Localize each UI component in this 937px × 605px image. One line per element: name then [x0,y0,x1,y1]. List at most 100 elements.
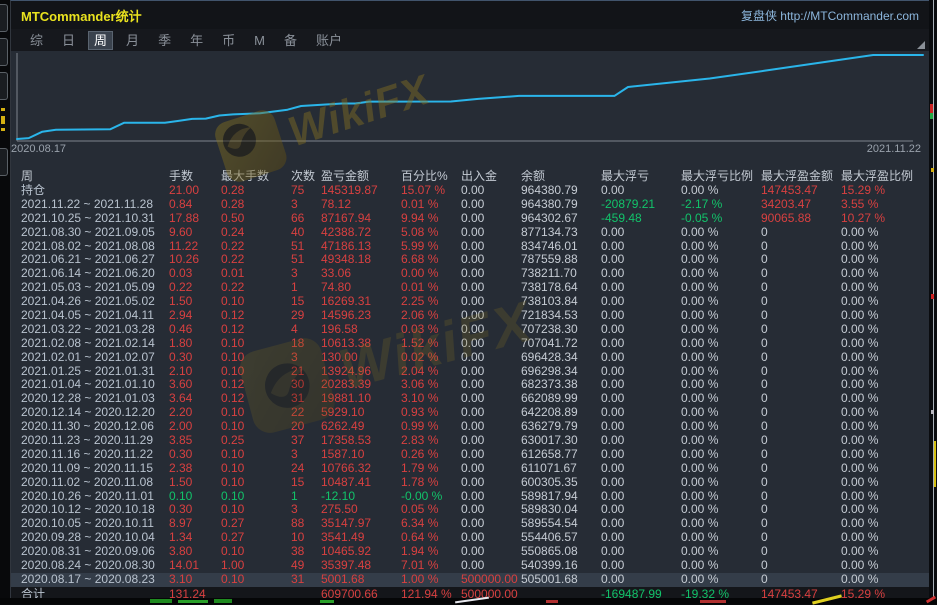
cell-balance: 589554.54 [521,517,601,531]
cell-count: 38 [291,545,321,559]
table-row[interactable]: 2021.05.03 ~ 2021.05.090.220.22174.800.0… [11,281,929,295]
menu-bar: 综日周月季年币M备账户 [11,29,929,51]
cell-max-float-profit: 0 [761,281,841,295]
table-row[interactable]: 2020.10.05 ~ 2020.10.118.970.278835147.9… [11,517,929,531]
menu-item-bei[interactable]: 备 [279,32,302,49]
cell-pct: 0.93 % [401,406,461,420]
cell-pct: 5.99 % [401,240,461,254]
cell-max-float-loss-pct: 0.00 % [681,559,761,573]
table-row[interactable]: 2021.08.02 ~ 2021.08.0811.220.225147186.… [11,240,929,254]
menu-item-ji[interactable]: 季 [153,32,176,49]
table-row[interactable]: 2020.09.28 ~ 2020.10.041.340.27103541.49… [11,531,929,545]
header-deposit[interactable]: 出入金 [461,167,521,184]
cell-pct: -0.00 % [401,490,461,504]
brand-link[interactable]: 复盘侠 http://MTCommander.com [741,7,919,24]
table-row[interactable]: 2020.08.24 ~ 2020.08.3014.011.004935397.… [11,559,929,573]
cell-pnl: 49348.18 [321,253,401,267]
cell-lots: 3.85 [169,434,221,448]
table-row[interactable]: 2020.11.23 ~ 2020.11.293.850.253717358.5… [11,434,929,448]
cell-pnl: 10766.32 [321,462,401,476]
cell-max-float-profit-pct: 0.00 % [841,240,929,254]
cell-pnl: 87167.94 [321,212,401,226]
table-row[interactable]: 2021.06.14 ~ 2021.06.200.030.01333.060.0… [11,267,929,281]
cell-max-float-profit-pct: 3.55 % [841,198,929,212]
cell-count: 3 [291,448,321,462]
table-row[interactable]: 2020.11.02 ~ 2020.11.081.500.101510487.4… [11,476,929,490]
cell-deposit: 0.00 [461,406,521,420]
cell-deposit: 0.00 [461,503,521,517]
cell-balance: 696298.34 [521,365,601,379]
cell-balance: 738211.70 [521,267,601,281]
cell-max-lots: 0.12 [221,309,291,323]
table-row[interactable]: 2021.01.04 ~ 2021.01.103.600.123020283.3… [11,378,929,392]
header-max-float-profit[interactable]: 最大浮盈金额 [761,167,841,184]
menu-item-m[interactable]: M [249,32,270,49]
header-period[interactable]: 周 [11,167,169,184]
cell-count: 10 [291,531,321,545]
menu-item-nian[interactable]: 年 [185,32,208,49]
table-row[interactable]: 2020.12.28 ~ 2021.01.033.640.123119881.1… [11,392,929,406]
cell-pnl: 35397.48 [321,559,401,573]
table-row[interactable]: 2021.10.25 ~ 2021.10.3117.880.506687167.… [11,212,929,226]
table-row[interactable]: 2020.10.12 ~ 2020.10.180.300.103275.500.… [11,503,929,517]
header-balance[interactable]: 余额 [521,167,601,184]
cell-max-lots: 1.00 [221,559,291,573]
cell-lots: 0.46 [169,323,221,337]
table-row[interactable]: 2020.08.31 ~ 2020.09.063.800.103810465.9… [11,545,929,559]
table-row[interactable]: 2021.06.21 ~ 2021.06.2710.260.225149348.… [11,253,929,267]
table-row[interactable]: 2020.08.17 ~ 2020.08.233.100.10315001.68… [11,573,929,587]
cell-max-float-loss: 0.00 [601,517,681,531]
menu-item-ri[interactable]: 日 [57,32,80,49]
table-row[interactable]: 2020.12.14 ~ 2020.12.202.200.10225929.10… [11,406,929,420]
table-row[interactable]: 2020.11.16 ~ 2020.11.220.300.1031587.100… [11,448,929,462]
header-count[interactable]: 次数 [291,167,321,184]
header-pct[interactable]: 百分比% [401,167,461,184]
cell-count: 30 [291,378,321,392]
cell-lots: 2.10 [169,365,221,379]
header-max-float-loss[interactable]: 最大浮亏 [601,167,681,184]
cell-pct: 3.10 % [401,392,461,406]
header-max-float-profit-pct[interactable]: 最大浮盈比例 [841,167,929,184]
table-row[interactable]: 2021.04.05 ~ 2021.04.112.940.122914596.2… [11,309,929,323]
header-max-float-loss-pct[interactable]: 最大浮亏比例 [681,167,761,184]
cell-max-float-profit-pct: 0.00 % [841,462,929,476]
table-row[interactable]: 2021.08.30 ~ 2021.09.059.600.244042388.7… [11,226,929,240]
cell-deposit: 0.00 [461,434,521,448]
cell-deposit: 0.00 [461,378,521,392]
table-row[interactable]: 2021.02.08 ~ 2021.02.141.800.101810613.3… [11,337,929,351]
cell-pct: 0.00 % [401,267,461,281]
cell-pct: 0.26 % [401,448,461,462]
menu-item-yue[interactable]: 月 [121,32,144,49]
cell-pct: 0.64 % [401,531,461,545]
cell-lots: 21.00 [169,184,221,198]
table-row[interactable]: 2020.11.09 ~ 2020.11.152.380.102410766.3… [11,462,929,476]
table-row[interactable]: 2021.02.01 ~ 2021.02.070.300.103130.000.… [11,351,929,365]
cell-deposit: 0.00 [461,462,521,476]
table-row[interactable]: 2021.04.26 ~ 2021.05.021.500.101516269.3… [11,295,929,309]
menu-item-bi[interactable]: 币 [217,32,240,49]
table-row[interactable]: 2020.10.26 ~ 2020.11.010.100.101-12.10-0… [11,490,929,504]
cell-lots: 11.22 [169,240,221,254]
table-open-position-row[interactable]: 持仓21.000.2875145319.8715.07 %0.00964380.… [11,184,929,198]
table-row[interactable]: 2021.11.22 ~ 2021.11.280.840.28378.120.0… [11,198,929,212]
cell-balance: 787559.88 [521,253,601,267]
menu-item-zhou[interactable]: 周 [89,32,112,49]
cell-max-float-loss: 0.00 [601,309,681,323]
menu-item-zhanghu[interactable]: 账户 [311,32,347,49]
cell-max-float-profit: 0 [761,226,841,240]
header-max-lots[interactable]: 最大手数 [221,167,291,184]
cell-period: 2020.11.02 ~ 2020.11.08 [11,476,169,490]
table-row[interactable]: 2021.03.22 ~ 2021.03.280.460.124196.580.… [11,323,929,337]
header-pnl[interactable]: 盈亏金额 [321,167,401,184]
cell-pnl: 35147.97 [321,517,401,531]
menu-item-zong[interactable]: 综 [25,32,48,49]
cell-max-float-profit-pct: 0.00 % [841,323,929,337]
table-row[interactable]: 2021.01.25 ~ 2021.01.312.100.102113924.9… [11,365,929,379]
cell-deposit: 0.00 [461,420,521,434]
cell-max-float-loss: 0.00 [601,226,681,240]
cell-pct: 15.07 % [401,184,461,198]
header-lots[interactable]: 手数 [169,167,221,184]
cell-lots: 3.64 [169,392,221,406]
cell-max-float-loss: 0.00 [601,267,681,281]
table-row[interactable]: 2020.11.30 ~ 2020.12.062.000.10206262.49… [11,420,929,434]
